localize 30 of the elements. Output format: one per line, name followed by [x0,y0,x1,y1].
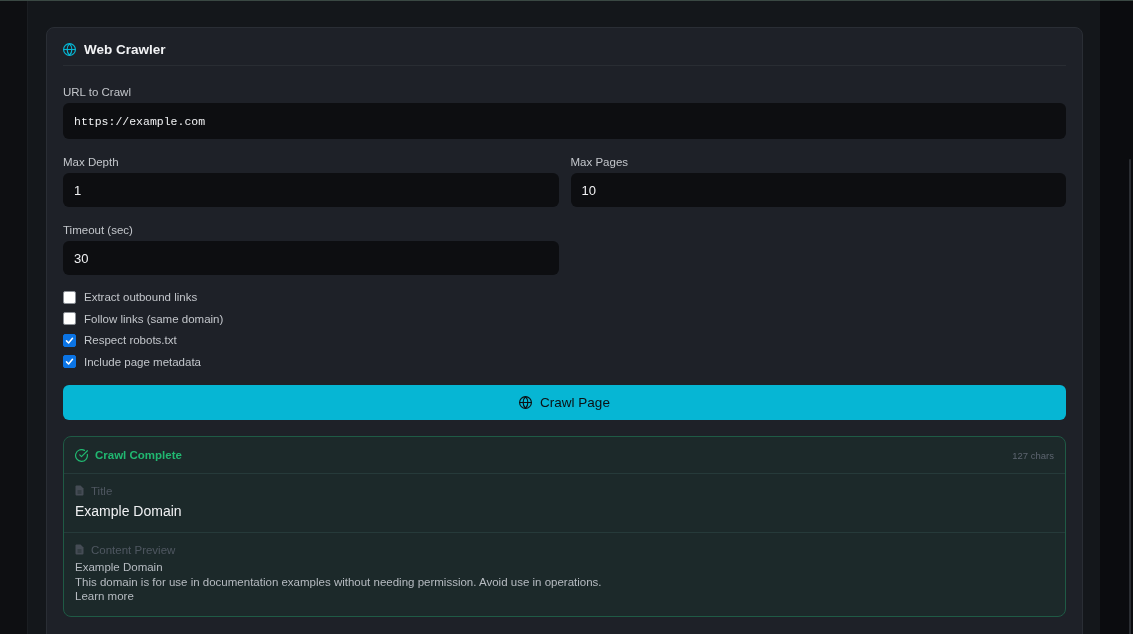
crawl-button[interactable]: Crawl Page [63,385,1066,420]
page-title: Example Domain [75,503,183,520]
checkbox-label: Include page metadata [84,355,201,368]
check-circle-icon [75,448,88,462]
preview-line: Learn more [75,589,135,604]
number-field[interactable]: 1 [63,173,559,207]
checkbox-label: Extract outbound links [84,291,198,304]
number-field[interactable]: 30 [63,241,559,275]
checkbox[interactable] [63,355,76,369]
globe-icon [63,43,76,56]
checkbox-label: Respect robots.txt [84,334,177,347]
url-field[interactable]: https://example.com [63,103,1066,139]
globe-icon [519,396,533,409]
field-label: URL to Crawl [63,85,132,100]
preview-line: Example Domain [75,560,164,575]
field-label: Max Depth [63,155,120,170]
document-icon [75,544,84,555]
char-count: 127 chars [1012,449,1054,461]
checkbox-label: Follow links (same domain) [84,312,224,325]
number-field[interactable]: 10 [570,173,1066,207]
scrollbar-thumb[interactable] [1129,159,1131,634]
field-label: Timeout (sec) [63,223,134,238]
checkbox[interactable] [63,290,76,304]
checkbox[interactable] [63,312,76,326]
preview-line: This domain is for use in documentation examples without needing permission. Avoid use in operations. [75,574,603,589]
document-icon [75,485,84,496]
checkbox[interactable] [63,333,76,347]
field-label: Max Pages [570,155,630,170]
status-text: Crawl Complete [95,449,182,461]
tool-title: Web Crawler [84,42,166,57]
